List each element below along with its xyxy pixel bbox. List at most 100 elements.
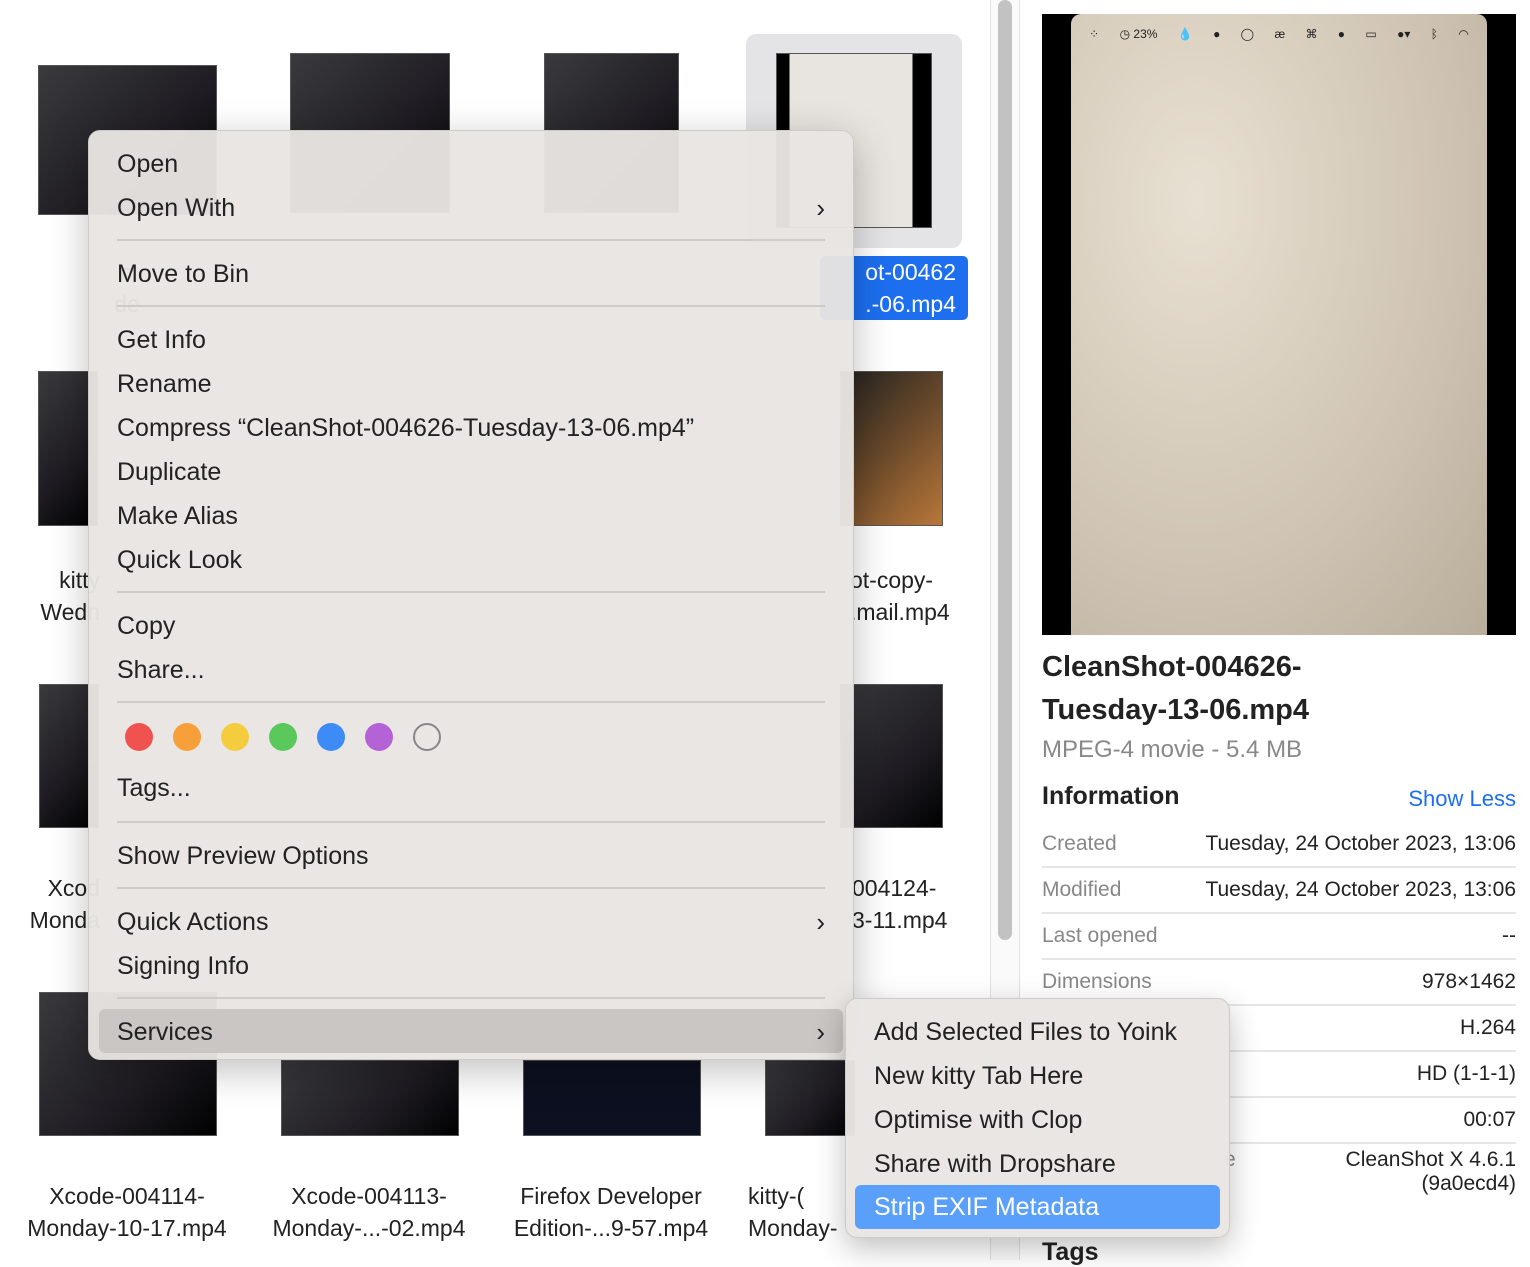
info-key: Created	[1042, 832, 1117, 855]
file-name-line: Monday-10-17.mp4	[27, 1215, 227, 1241]
menu-label: Quick Actions	[117, 908, 269, 936]
spinner-icon: ⁘	[1089, 27, 1100, 41]
menu-item-make-alias[interactable]: Make Alias	[117, 494, 825, 538]
tag-yellow[interactable]	[221, 723, 249, 751]
chevron-right-icon: ›	[816, 907, 825, 937]
service-optimise-clop[interactable]: Optimise with Clop	[874, 1098, 1082, 1142]
context-menu: Open Open With › Move to Bin Get Info Ren…	[88, 130, 854, 1060]
file-thumbnail[interactable]	[523, 1060, 701, 1136]
menu-item-share[interactable]: Share...	[117, 648, 825, 692]
tag-green[interactable]	[269, 723, 297, 751]
title-line: CleanShot-004626-	[1042, 651, 1302, 683]
service-add-to-yoink[interactable]: Add Selected Files to Yoink	[874, 1010, 1177, 1054]
information-heading: Information	[1042, 782, 1180, 810]
tag-blue[interactable]	[317, 723, 345, 751]
chevron-right-icon: ›	[816, 193, 825, 223]
menu-item-move-to-bin[interactable]: Move to Bin	[117, 252, 825, 296]
drop-icon: 💧	[1177, 27, 1193, 41]
info-value: H.264	[1459, 1016, 1516, 1039]
file-name-line: Xcode-004113-	[291, 1183, 447, 1209]
file-thumbnail[interactable]	[840, 371, 943, 526]
file-name-line: Monda	[29, 907, 100, 933]
menu-item-tags[interactable]: Tags...	[117, 766, 825, 810]
menu-item-services[interactable]: Services ›	[117, 1010, 825, 1054]
cookie-icon: ●	[1337, 27, 1346, 41]
tag-orange[interactable]	[173, 723, 201, 751]
value-line: CleanShot X 4.6.1	[1345, 1148, 1516, 1171]
menu-item-signing-info[interactable]: Signing Info	[117, 944, 825, 988]
cpu-percent: 23%	[1133, 27, 1158, 41]
menu-separator	[117, 239, 825, 241]
file-thumbnail[interactable]	[765, 1060, 855, 1136]
info-key: Last opened	[1042, 924, 1158, 947]
menu-separator	[117, 701, 825, 703]
file-kind-size: MPEG-4 movie - 5.4 MB	[1042, 736, 1303, 763]
menu-separator	[117, 821, 825, 823]
value-line: (9a0ecd4)	[1421, 1172, 1516, 1195]
gauge-icon: ◷ 23%	[1119, 27, 1158, 41]
preview-video[interactable]: ⁘ ◷ 23% 💧 ● ◯ æ ⌘ ● ▭ ●▾ ᛒ ◠	[1042, 14, 1516, 635]
menu-item-rename[interactable]: Rename	[117, 362, 825, 406]
preview-image: ⁘ ◷ 23% 💧 ● ◯ æ ⌘ ● ▭ ●▾ ᛒ ◠	[1071, 14, 1487, 635]
file-label[interactable]: 004124- 3-11.mp4	[852, 872, 992, 936]
menu-separator	[117, 591, 825, 593]
tags-heading: Tags	[1042, 1238, 1099, 1266]
menu-item-open-with[interactable]: Open With ›	[117, 186, 825, 230]
command-icon: ⌘	[1305, 27, 1318, 41]
file-thumbnail[interactable]	[281, 1060, 459, 1136]
menu-item-duplicate[interactable]: Duplicate	[117, 450, 825, 494]
file-label[interactable]: kitty Wedn	[0, 564, 100, 628]
menu-item-get-info[interactable]: Get Info	[117, 318, 825, 362]
scrollbar-thumb[interactable]	[998, 0, 1012, 940]
menu-item-open[interactable]: Open	[117, 142, 825, 186]
menu-label: Open With	[117, 194, 236, 222]
show-less-link[interactable]: Show Less	[1408, 786, 1516, 812]
info-row: Last opened --	[1042, 914, 1516, 960]
info-key: Modified	[1042, 878, 1122, 901]
bluetooth-icon: ᛒ	[1430, 27, 1438, 41]
file-label[interactable]: Xcode-004114- Monday-10-17.mp4	[6, 1180, 248, 1244]
info-value: 978×1462	[1421, 970, 1516, 993]
file-label[interactable]: Xcode-004113- Monday-...-02.mp4	[248, 1180, 490, 1244]
menu-item-quick-actions[interactable]: Quick Actions ›	[117, 900, 825, 944]
file-name-line: 004124-	[852, 875, 937, 901]
file-name-line: Xcod	[47, 875, 100, 901]
menu-item-copy[interactable]: Copy	[117, 604, 825, 648]
service-strip-exif[interactable]: Strip EXIF Metadata	[855, 1185, 1220, 1229]
file-name-line: Wedn	[40, 599, 100, 625]
file-label[interactable]: Firefox Developer Edition-...9-57.mp4	[490, 1180, 732, 1244]
menu-item-compress[interactable]: Compress “CleanShot-004626-Tuesday-13-06…	[117, 406, 825, 450]
file-thumbnail[interactable]	[840, 684, 943, 828]
chevron-right-icon: ›	[816, 1017, 825, 1047]
ae-icon: æ	[1274, 27, 1286, 41]
file-name-line: .mail.mp4	[850, 599, 950, 625]
menu-item-quick-look[interactable]: Quick Look	[117, 538, 825, 582]
hat-icon: ●	[1213, 27, 1221, 41]
info-key: Dimensions	[1042, 970, 1152, 993]
info-value: HD (1-1-1)	[1416, 1062, 1516, 1085]
info-value: Tuesday, 24 October 2023, 13:06	[1205, 832, 1516, 855]
file-name-line: Firefox Developer	[520, 1183, 702, 1209]
file-name-line: 3-11.mp4	[852, 907, 948, 933]
info-row: Created Tuesday, 24 October 2023, 13:06	[1042, 822, 1516, 868]
info-value: --	[1502, 924, 1516, 947]
file-label[interactable]: ot-copy- .mail.mp4	[850, 564, 990, 628]
info-value: 00:07	[1463, 1108, 1516, 1131]
file-name-line: Edition-...9-57.mp4	[513, 1215, 709, 1241]
title-line: Tuesday-13-06.mp4	[1042, 694, 1310, 726]
menu-separator	[117, 305, 825, 307]
service-share-dropshare[interactable]: Share with Dropshare	[874, 1142, 1116, 1186]
menu-separator	[117, 887, 825, 889]
tag-gray[interactable]	[413, 723, 441, 751]
file-label[interactable]: Xcod Monda	[0, 872, 100, 936]
preview-title: CleanShot-004626- Tuesday-13-06.mp4	[1042, 646, 1309, 732]
services-submenu: Add Selected Files to Yoink New kitty Ta…	[845, 998, 1230, 1238]
service-new-kitty-tab[interactable]: New kitty Tab Here	[874, 1054, 1083, 1098]
tag-red[interactable]	[125, 723, 153, 751]
file-name-line: Xcode-004114-	[49, 1183, 205, 1209]
wifi-icon: ◠	[1458, 27, 1469, 41]
file-name-line: ot-copy-	[850, 567, 934, 593]
tag-purple[interactable]	[365, 723, 393, 751]
file-name-line: kitty	[59, 567, 100, 593]
menu-item-show-preview-options[interactable]: Show Preview Options	[117, 834, 825, 878]
